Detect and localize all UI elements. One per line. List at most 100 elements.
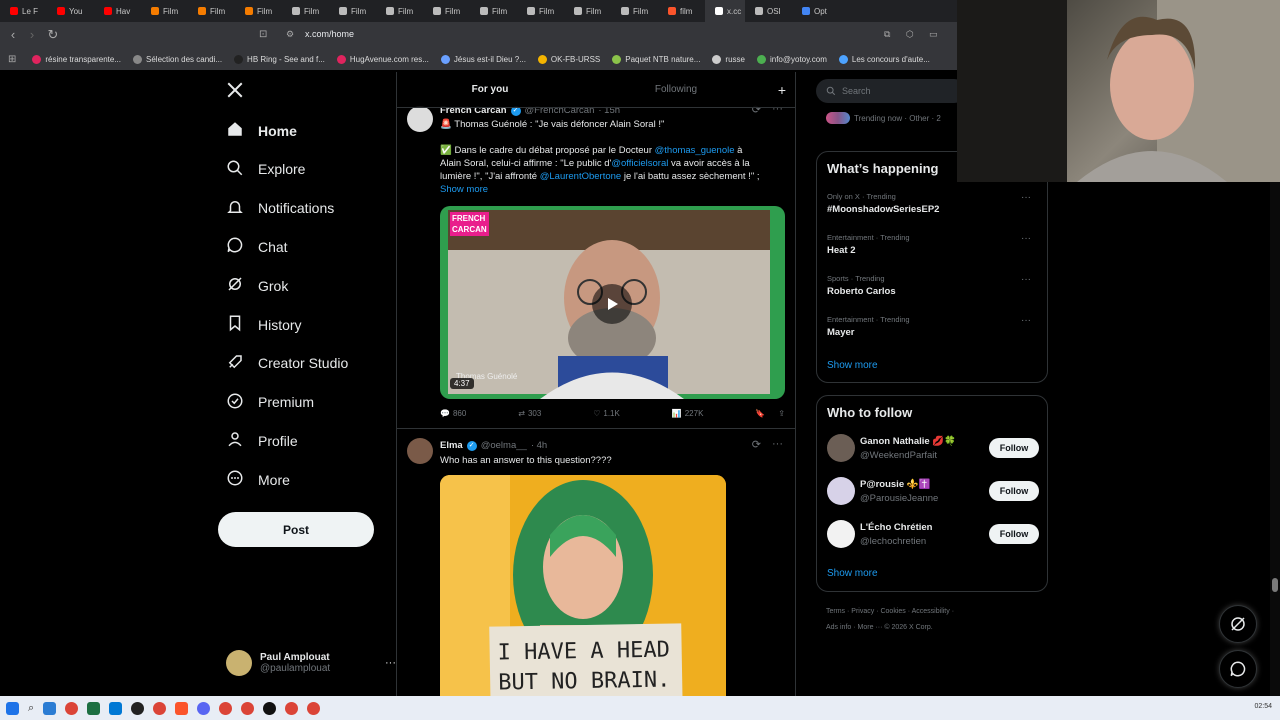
follow-button[interactable]: Follow: [989, 481, 1039, 501]
chrome-icon[interactable]: [285, 701, 299, 715]
bookmark-item[interactable]: russe: [712, 54, 745, 64]
follow-suggestion[interactable]: Ganon Nathalie 💋🍀 @WeekendParfait Follow: [827, 434, 1039, 464]
views-button[interactable]: 📊 227K: [672, 409, 704, 418]
add-tab-icon[interactable]: +: [769, 72, 795, 107]
discord-icon[interactable]: [197, 701, 211, 715]
follow-button[interactable]: Follow: [989, 524, 1039, 544]
footer-accessibility[interactable]: Accessibility: [912, 608, 950, 615]
bookmark-item[interactable]: Sélection des candi...: [133, 54, 222, 64]
trend-item[interactable]: Entertainment · Trending Heat 2 ···: [827, 233, 1039, 256]
post-author-name[interactable]: Elma: [440, 440, 463, 451]
search-input[interactable]: Search: [816, 79, 966, 103]
more-dots-icon[interactable]: ···: [1021, 274, 1031, 285]
app-icon[interactable]: [43, 701, 57, 715]
post-french-carcan[interactable]: French Carcan ✓ @FrenchCarcan · 15h ⟳ ··…: [397, 100, 795, 429]
nav-item-more[interactable]: More: [226, 469, 290, 490]
chrome-icon[interactable]: [153, 701, 167, 715]
video-player[interactable]: FRENCH CARCAN Thomas Guénolé 4:37: [440, 206, 785, 399]
forward-icon[interactable]: ›: [22, 27, 42, 42]
nav-item-profile[interactable]: Profile: [226, 430, 298, 451]
nav-item-notifications[interactable]: Notifications: [226, 198, 334, 219]
app-icon[interactable]: [131, 701, 145, 715]
browser-tab[interactable]: Film: [329, 0, 376, 22]
avatar[interactable]: [407, 106, 433, 132]
extensions-icon[interactable]: ⬡: [906, 29, 914, 40]
avatar[interactable]: [827, 434, 855, 462]
account-switcher[interactable]: Paul Amplouat @paulamplouat ···: [226, 650, 396, 676]
app-icon[interactable]: [263, 701, 277, 715]
post-image[interactable]: I HAVE A HEAD BUT NO BRAIN.: [440, 475, 726, 696]
search-icon[interactable]: ⌕: [28, 702, 34, 715]
trend-item[interactable]: Sports · Trending Roberto Carlos ···: [827, 274, 1039, 297]
browser-tab[interactable]: Hav: [94, 0, 141, 22]
post-time[interactable]: · 4h: [531, 440, 547, 451]
reply-button[interactable]: 💬 860: [440, 409, 466, 418]
footer-cookies[interactable]: Cookies: [880, 608, 905, 615]
grok-post-icon[interactable]: ⟳: [752, 438, 761, 451]
site-info-icon[interactable]: ⚙: [286, 29, 294, 40]
footer-more[interactable]: More ···: [858, 624, 883, 631]
footer-terms[interactable]: Terms: [826, 608, 845, 615]
trend-item[interactable]: Only on X · Trending #MoonshadowSeriesEP2…: [827, 192, 1039, 215]
more-dots-icon[interactable]: ···: [385, 657, 396, 669]
follow-button[interactable]: Follow: [989, 438, 1039, 458]
scrollbar-thumb[interactable]: [1272, 578, 1278, 592]
browser-tab[interactable]: You: [47, 0, 94, 22]
browser-tab[interactable]: Film: [423, 0, 470, 22]
more-dots-icon[interactable]: ···: [1021, 315, 1031, 326]
outlook-icon[interactable]: [109, 701, 123, 715]
follow-suggestion[interactable]: P@rousie ⚜️✝️ @ParousieJeanne Follow: [827, 477, 1039, 507]
browser-tab[interactable]: x.cc✕: [705, 0, 745, 22]
grok-fab[interactable]: [1219, 605, 1257, 643]
browser-tab[interactable]: Film: [282, 0, 329, 22]
trend-item[interactable]: Entertainment · Trending Mayer ···: [827, 315, 1039, 338]
chrome-icon[interactable]: [65, 701, 79, 715]
share-icon[interactable]: ⇪: [778, 409, 785, 418]
avatar[interactable]: [407, 438, 433, 464]
browser-tab[interactable]: Opt: [792, 0, 839, 22]
chrome-icon[interactable]: [219, 701, 233, 715]
browser-tab[interactable]: Film: [470, 0, 517, 22]
bookmark-page-icon[interactable]: ⊡: [259, 29, 267, 40]
avatar[interactable]: [827, 477, 855, 505]
brave-icon[interactable]: [175, 701, 189, 715]
browser-tab[interactable]: Film: [188, 0, 235, 22]
nav-item-explore[interactable]: Explore: [226, 159, 305, 180]
nav-item-grok[interactable]: Grok: [226, 275, 288, 296]
bookmark-item[interactable]: Jésus est-il Dieu ?...: [440, 54, 526, 64]
bookmark-button[interactable]: 🔖 ⇪: [755, 409, 785, 418]
chrome-icon[interactable]: [307, 701, 321, 715]
footer-privacy[interactable]: Privacy: [851, 608, 874, 615]
mention-link[interactable]: @thomas_guenole: [655, 145, 735, 156]
like-button[interactable]: ♡ 1.1K: [593, 409, 620, 418]
bookmark-item[interactable]: Les concours d'aute...: [838, 54, 930, 64]
bookmark-item[interactable]: HugAvenue.com res...: [336, 54, 429, 64]
translate-icon[interactable]: ⧉: [884, 29, 890, 40]
trends-show-more[interactable]: Show more: [827, 360, 878, 371]
more-dots-icon[interactable]: ···: [1021, 192, 1031, 203]
browser-tab[interactable]: Film: [235, 0, 282, 22]
scrollbar[interactable]: [1270, 182, 1280, 696]
excel-icon[interactable]: [87, 701, 101, 715]
avatar[interactable]: [827, 520, 855, 548]
trending-strip[interactable]: Trending now · Other · 2: [826, 112, 941, 124]
mention-link[interactable]: @officielsoral: [611, 158, 668, 169]
browser-tab[interactable]: OSI: [745, 0, 792, 22]
messages-fab[interactable]: [1219, 650, 1257, 688]
browser-tab[interactable]: Film: [564, 0, 611, 22]
nav-item-premium[interactable]: Premium: [226, 392, 314, 413]
apps-grid-icon[interactable]: ⊞: [8, 54, 16, 65]
browser-tab[interactable]: Film: [611, 0, 658, 22]
bookmark-item[interactable]: OK-FB-URSS: [537, 54, 600, 64]
nav-item-chat[interactable]: Chat: [226, 236, 288, 257]
reload-icon[interactable]: ↻: [43, 27, 63, 43]
bookmark-item[interactable]: résine transparente...: [32, 54, 121, 64]
bookmark-item[interactable]: HB Ring - See and f...: [234, 54, 325, 64]
more-dots-icon[interactable]: ···: [772, 438, 783, 450]
follow-suggestion[interactable]: L'Écho Chrétien @lechochretien Follow: [827, 520, 1039, 550]
bookmark-item[interactable]: Paquet NTB nature...: [612, 54, 700, 64]
more-dots-icon[interactable]: ···: [1021, 233, 1031, 244]
nav-item-home[interactable]: Home: [226, 120, 297, 141]
tab-following[interactable]: Following: [583, 72, 769, 107]
post-button[interactable]: Post: [218, 512, 374, 547]
